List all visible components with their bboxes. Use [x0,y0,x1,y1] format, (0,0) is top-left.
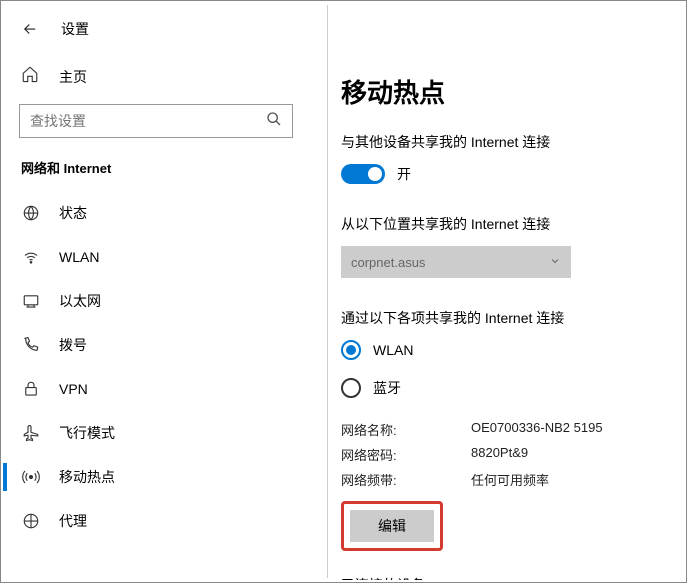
proxy-icon [21,511,41,531]
sidebar: 主页 网络和 Internet 状态 WLAN [1,49,311,580]
net-name-val: OE0700336-NB2 5195 [471,420,603,439]
ethernet-icon [21,291,41,311]
net-band-val: 任何可用频率 [471,470,549,489]
share-label: 与其他设备共享我的 Internet 连接 [341,132,668,152]
nav-label: 飞行模式 [59,423,115,443]
nav-item-hotspot[interactable]: 移动热点 [1,455,311,499]
hotspot-icon [21,467,41,487]
net-name-key: 网络名称: [341,420,471,439]
nav-label: 移动热点 [59,467,115,487]
radio-wlan-label: WLAN [373,342,413,358]
nav-label: VPN [59,381,88,397]
airplane-icon [21,423,41,443]
nav-item-status[interactable]: 状态 [1,191,311,235]
nav-item-wlan[interactable]: WLAN [1,235,311,279]
nav-label: WLAN [59,249,99,265]
vertical-divider [327,5,328,578]
home-label: 主页 [59,67,87,87]
search-input[interactable] [30,113,266,129]
radio-bt-label: 蓝牙 [373,378,401,398]
vpn-icon [21,379,41,399]
page-title: 移动热点 [341,73,668,110]
wifi-icon [21,247,41,267]
back-button[interactable] [21,20,39,38]
radio-bluetooth[interactable]: 蓝牙 [341,378,668,398]
nav-item-airplane[interactable]: 飞行模式 [1,411,311,455]
nav-label: 拨号 [59,335,87,355]
nav-item-ethernet[interactable]: 以太网 [1,279,311,323]
share-from-label: 从以下位置共享我的 Internet 连接 [341,214,668,234]
nav-list: 状态 WLAN 以太网 拨号 [1,191,311,543]
nav-label: 状态 [59,203,87,223]
window-title: 设置 [61,19,89,39]
net-pwd-val: 8820Pt&9 [471,445,528,464]
home-button[interactable]: 主页 [1,57,311,104]
search-input-box[interactable] [19,104,293,138]
toggle-state-label: 开 [397,164,411,184]
radio-wlan[interactable]: WLAN [341,340,668,360]
net-band-key: 网络频带: [341,470,471,489]
chevron-down-icon [549,255,561,270]
dialup-icon [21,335,41,355]
home-icon [21,65,39,88]
nav-label: 以太网 [59,291,101,311]
edit-button[interactable]: 编辑 [350,510,434,542]
search-icon [266,111,282,132]
radio-icon [341,378,361,398]
select-value: corpnet.asus [351,255,425,270]
share-toggle[interactable] [341,164,385,184]
nav-item-vpn[interactable]: VPN [1,367,311,411]
status-icon [21,203,41,223]
main-content: 移动热点 与其他设备共享我的 Internet 连接 开 从以下位置共享我的 I… [311,49,686,580]
connected-devices-label: 已连接的设备 [341,575,668,580]
net-pwd-key: 网络密码: [341,445,471,464]
radio-icon [341,340,361,360]
edit-highlight: 编辑 [341,501,443,551]
section-label: 网络和 Internet [1,158,311,191]
nav-item-proxy[interactable]: 代理 [1,499,311,543]
nav-item-dialup[interactable]: 拨号 [1,323,311,367]
nav-label: 代理 [59,511,87,531]
share-from-select[interactable]: corpnet.asus [341,246,571,278]
share-via-label: 通过以下各项共享我的 Internet 连接 [341,308,668,328]
